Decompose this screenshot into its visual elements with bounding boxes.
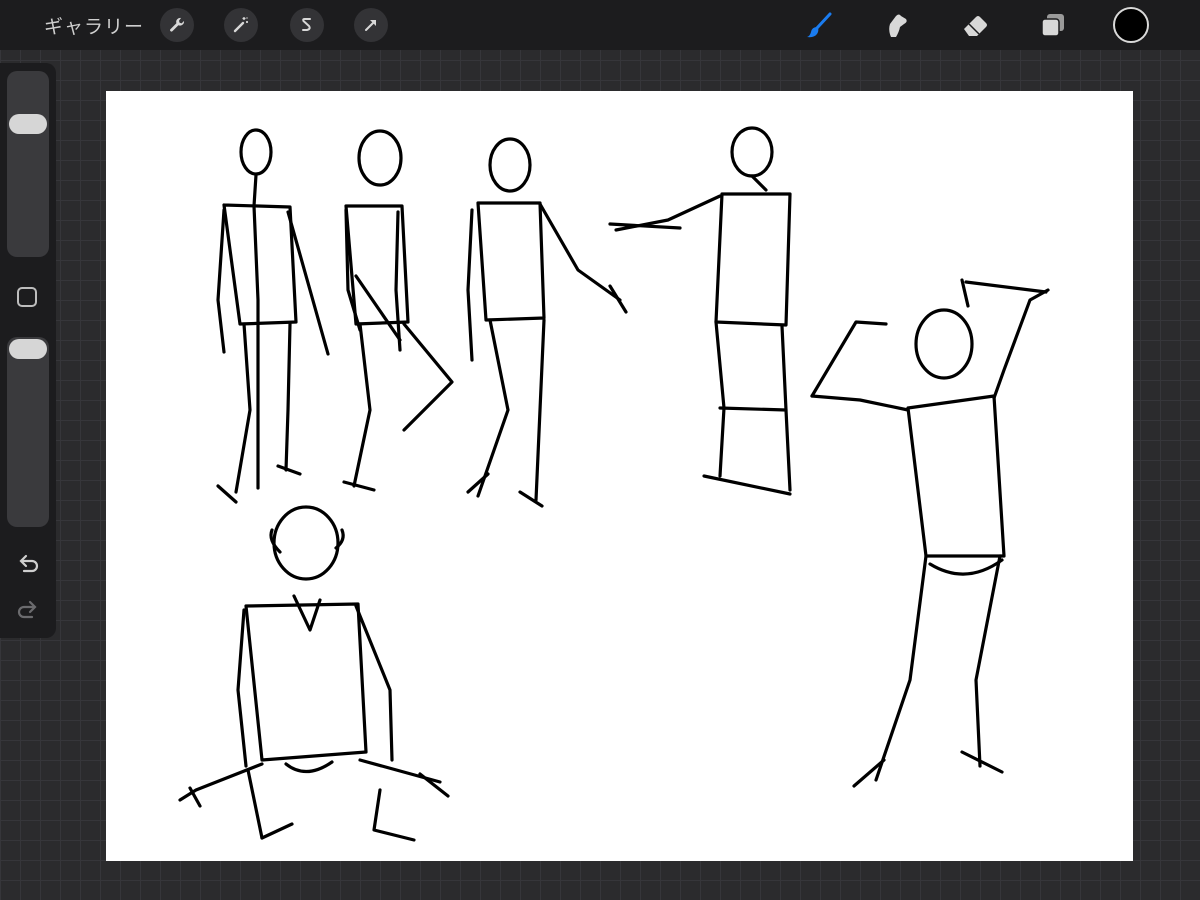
sketch-figure-pointing (608, 126, 792, 496)
opacity-slider[interactable] (7, 337, 49, 527)
smudge-icon[interactable] (880, 8, 914, 42)
sketch-figure-arms-raised (810, 278, 1050, 788)
selection-icon[interactable] (290, 8, 324, 42)
opacity-thumb[interactable] (9, 339, 47, 359)
actions-wrench-icon[interactable] (160, 8, 194, 42)
sketch-figure-walking-2 (466, 137, 628, 508)
brush-icon[interactable] (802, 8, 836, 42)
modify-square-icon[interactable] (17, 287, 37, 307)
undo-icon[interactable] (14, 551, 42, 579)
top-toolbar: ギャラリー (0, 0, 1200, 50)
redo-icon[interactable] (14, 595, 42, 623)
drawing-canvas[interactable] (106, 91, 1133, 861)
left-sidebar (0, 63, 56, 638)
color-picker-button[interactable] (1113, 7, 1149, 43)
brush-size-thumb[interactable] (9, 113, 47, 134)
sketch-figure-walking-1 (342, 129, 454, 492)
brush-size-slider[interactable] (7, 71, 49, 257)
transform-arrow-icon[interactable] (354, 8, 388, 42)
figure-sketches (178, 126, 1050, 842)
sketch-figure-sitting (178, 505, 450, 842)
layers-icon[interactable] (1036, 8, 1070, 42)
eraser-icon[interactable] (958, 8, 992, 42)
adjustments-wand-icon[interactable] (224, 8, 258, 42)
sketch-figure-standing-1 (216, 128, 330, 504)
gallery-button[interactable]: ギャラリー (44, 12, 144, 39)
